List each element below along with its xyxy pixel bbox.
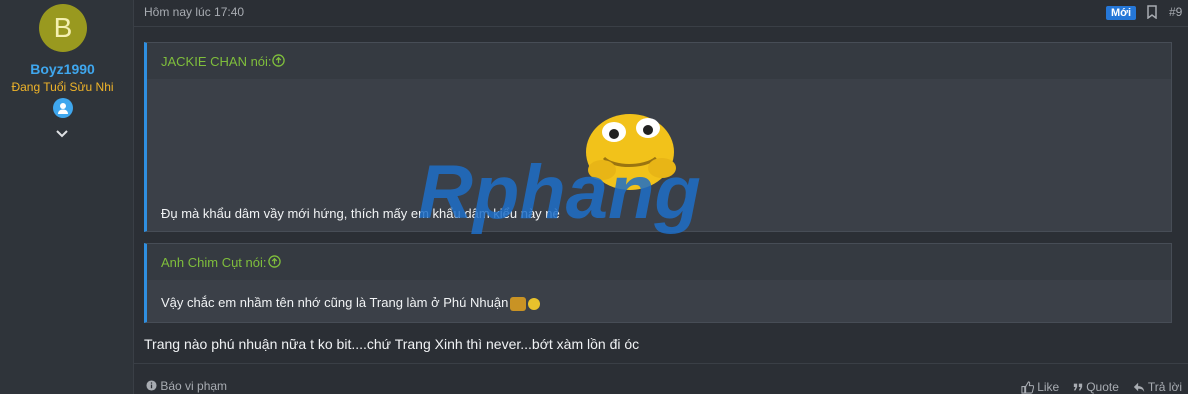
like-button[interactable]: Like xyxy=(1021,380,1059,394)
thumbs-up-icon xyxy=(1021,380,1035,394)
quote-text-wrapper: Vậy chắc em nhầm tên nhớ cũng là Trang l… xyxy=(161,295,541,311)
divider xyxy=(134,26,1188,27)
post-body: Trang nào phú nhuận nữa t ko bit....chứ … xyxy=(144,336,640,352)
post-time[interactable]: Hôm nay lúc 17:40 xyxy=(144,5,244,19)
quote-block: JACKIE CHAN nói: Đụ mà khẩu dâm vầy mới … xyxy=(144,42,1172,232)
quote-icon xyxy=(1074,383,1083,391)
post-actions: Like Quote Trả lời xyxy=(1021,380,1182,394)
like-label: Like xyxy=(1037,380,1060,394)
post-footer: Báo vi phạm Like Quote Trả lời xyxy=(134,364,1188,394)
post-number[interactable]: #9 xyxy=(1169,5,1182,19)
chevron-down-icon[interactable] xyxy=(54,126,70,147)
bookmark-icon[interactable] xyxy=(1146,5,1158,24)
reply-icon xyxy=(1133,382,1145,393)
quote-text: Đụ mà khẩu dâm vầy mới hứng, thích mấy e… xyxy=(161,206,560,221)
quote-author[interactable]: Anh Chim Cụt nói: xyxy=(161,255,267,270)
quote-block: Anh Chim Cụt nói: Vậy chắc em nhầm tên n… xyxy=(144,243,1172,323)
reply-button[interactable]: Trả lời xyxy=(1133,380,1182,394)
emoji-icon xyxy=(510,296,527,311)
quote-author[interactable]: JACKIE CHAN nói: xyxy=(161,54,272,69)
user-title: Đang Tuổi Sửu Nhi xyxy=(11,80,114,94)
post-main: Hôm nay lúc 17:40 Mới #9 JACKIE CHAN nói… xyxy=(134,0,1188,394)
quote-button[interactable]: Quote xyxy=(1073,380,1119,394)
new-badge: Mới xyxy=(1106,6,1137,20)
user-badge-icon xyxy=(53,98,73,118)
report-label: Báo vi phạm xyxy=(160,379,228,393)
user-sidebar: B Boyz1990 Đang Tuổi Sửu Nhi xyxy=(0,0,134,394)
reply-label: Trả lời xyxy=(1147,380,1182,394)
arrow-up-circle-icon[interactable] xyxy=(272,54,285,72)
quote-header: Anh Chim Cụt nói: xyxy=(147,244,1171,280)
info-icon xyxy=(146,380,157,391)
post-header: Hôm nay lúc 17:40 Mới #9 xyxy=(134,0,1188,26)
quote-text: Vậy chắc em nhầm tên nhớ cũng là Trang l… xyxy=(161,295,509,310)
avatar[interactable]: B xyxy=(39,4,87,52)
report-link[interactable]: Báo vi phạm xyxy=(146,379,227,393)
quote-label: Quote xyxy=(1086,380,1119,394)
emoji-icon xyxy=(528,297,541,310)
quote-header: JACKIE CHAN nói: xyxy=(147,43,1171,79)
username[interactable]: Boyz1990 xyxy=(0,61,125,77)
arrow-up-circle-icon[interactable] xyxy=(268,255,281,273)
